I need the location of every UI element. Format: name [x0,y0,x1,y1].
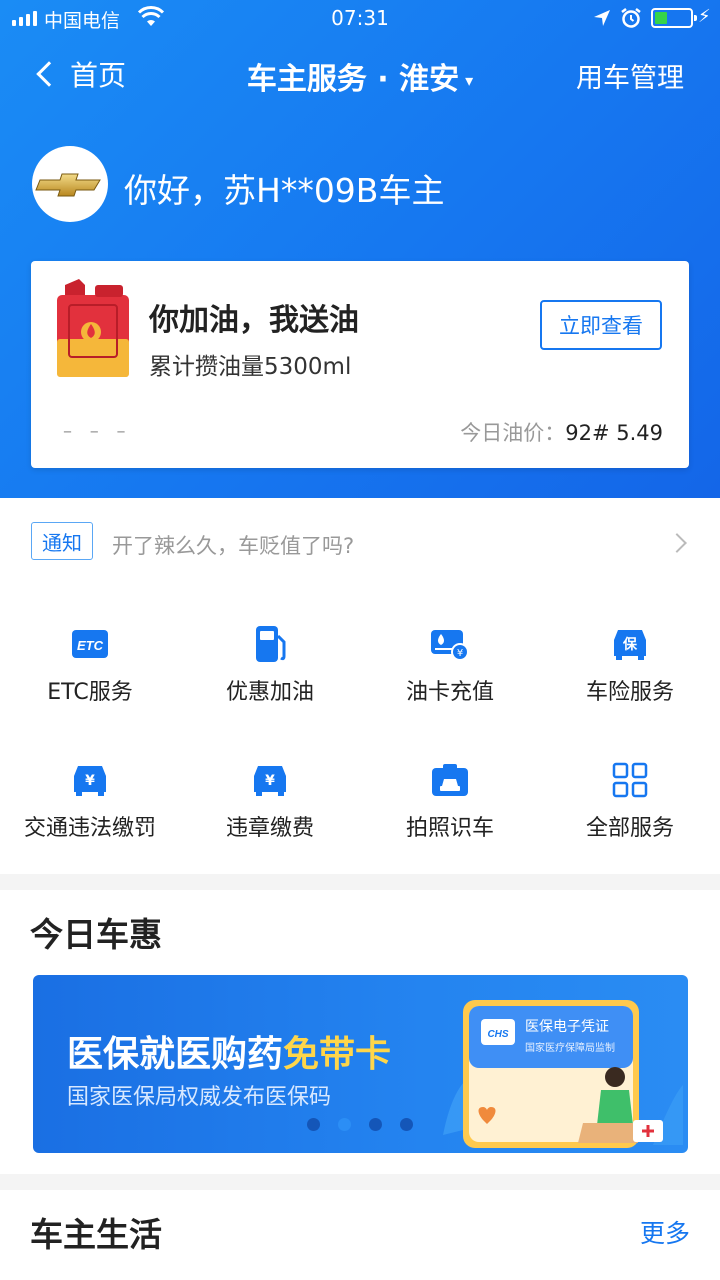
page-title: 车主服务 · 淮安 [246,62,460,97]
battery-icon [651,8,697,28]
vehicle-management-link[interactable]: 用车管理 [576,56,684,95]
price-label: 今日油价： [460,421,566,445]
section-divider [0,1174,720,1190]
banner-headline-main: 医保就医购药 [67,1034,284,1075]
service-fuel-card-topup[interactable]: ¥ 油卡充值 [360,598,540,728]
promo-headline: 你加油，我送油 [149,303,359,338]
today-deals-title: 今日车惠 [30,915,162,954]
service-label: 优惠加油 [225,680,314,705]
service-violation-payment[interactable]: ¥ 违章缴费 [180,734,360,864]
service-label: 油卡充值 [405,680,494,705]
notice-bar[interactable]: 通知 开了辣么久，车贬值了吗? [0,498,720,590]
medical-card-illustration: CHS 医保电子凭证 国家医疗保障局监制 [443,1000,683,1148]
svg-text:¥: ¥ [265,773,275,789]
section-divider [0,874,720,890]
placeholder-dashes: – – – [63,421,132,442]
service-label: 拍照识车 [405,816,494,841]
user-greeting: 你好，苏H**09B车主 [124,171,445,210]
service-label: ETC服务 [47,680,133,705]
fuel-promo-card[interactable]: 你加油，我送油 累计攒油量5300ml 立即查看 – – – 今日油价：92# … [31,261,689,468]
service-grid: ETC ETC服务 优惠加油 ¥ 油卡充值 保 车险服务 ¥ 交通违法缴罚 ¥ … [0,598,720,868]
service-car-insurance[interactable]: 保 车险服务 [540,598,720,728]
charging-icon: ⚡ [698,6,711,27]
fuel-pump-icon [256,626,286,662]
grid-icon [612,762,648,798]
price-value: 92# 5.49 [565,421,663,445]
bowtie-logo-icon [35,173,101,197]
service-etc[interactable]: ETC ETC服务 [0,598,180,728]
status-bar: 中国电信 07:31 ⚡ [0,0,720,36]
card-title: 医保电子凭证 [525,1019,609,1035]
carousel-dot[interactable] [369,1118,382,1131]
etc-icon: ETC [72,630,108,658]
service-discount-fuel[interactable]: 优惠加油 [180,598,360,728]
more-link[interactable]: 更多 [640,1214,690,1250]
view-now-button[interactable]: 立即查看 [540,300,662,350]
location-arrow-icon [592,8,612,33]
alarm-icon [620,7,642,34]
traffic-fine-icon: ¥ [74,766,106,796]
carousel-dot[interactable] [400,1118,413,1131]
svg-text:¥: ¥ [457,648,463,659]
car-brand-avatar[interactable] [32,146,108,222]
car-insurance-icon: 保 [614,630,646,660]
today-fuel-price: 今日油价：92# 5.49 [460,417,663,447]
service-label: 违章缴费 [225,816,314,841]
service-label: 交通违法缴罚 [23,816,156,841]
card-logo: CHS [487,1029,508,1040]
card-subtitle: 国家医疗保障局监制 [525,1041,615,1054]
carousel-dot-active[interactable] [338,1118,351,1131]
caret-down-icon: ▾ [465,71,474,90]
service-label: 车险服务 [585,680,674,705]
car-life-title: 车主生活 [30,1215,162,1254]
banner-headline: 医保就医购药免带卡 [67,1025,391,1077]
svg-text:ETC: ETC [77,638,104,653]
violation-payment-icon: ¥ [254,766,286,796]
fuel-can-icon [57,279,129,377]
service-label: 全部服务 [585,816,674,841]
banner-headline-highlight: 免带卡 [283,1034,392,1075]
svg-text:保: 保 [622,636,638,653]
banner-subtitle: 国家医保局权威发布医保码 [67,1085,332,1110]
clock: 07:31 [331,6,389,30]
accumulated-fuel: 累计攒油量5300ml [149,354,352,380]
nav-bar: 首页 车主服务 · 淮安 ▾ 用车管理 [0,44,720,104]
carousel-indicator[interactable] [307,1118,413,1131]
notice-tag: 通知 [31,522,93,560]
service-photo-car-recognition[interactable]: 拍照识车 [360,734,540,864]
camera-car-icon [432,764,468,796]
notice-text: 开了辣么久，车贬值了吗? [112,534,355,558]
service-traffic-fine[interactable]: ¥ 交通违法缴罚 [0,734,180,864]
fuel-card-icon: ¥ [431,630,469,661]
service-all-services[interactable]: 全部服务 [540,734,720,864]
chevron-right-icon [667,533,687,553]
svg-text:¥: ¥ [85,773,95,789]
carousel-dot[interactable] [307,1118,320,1131]
promo-banner[interactable]: 医保就医购药免带卡 国家医保局权威发布医保码 CHS 医保电子凭证 国家医疗保障… [33,975,688,1153]
